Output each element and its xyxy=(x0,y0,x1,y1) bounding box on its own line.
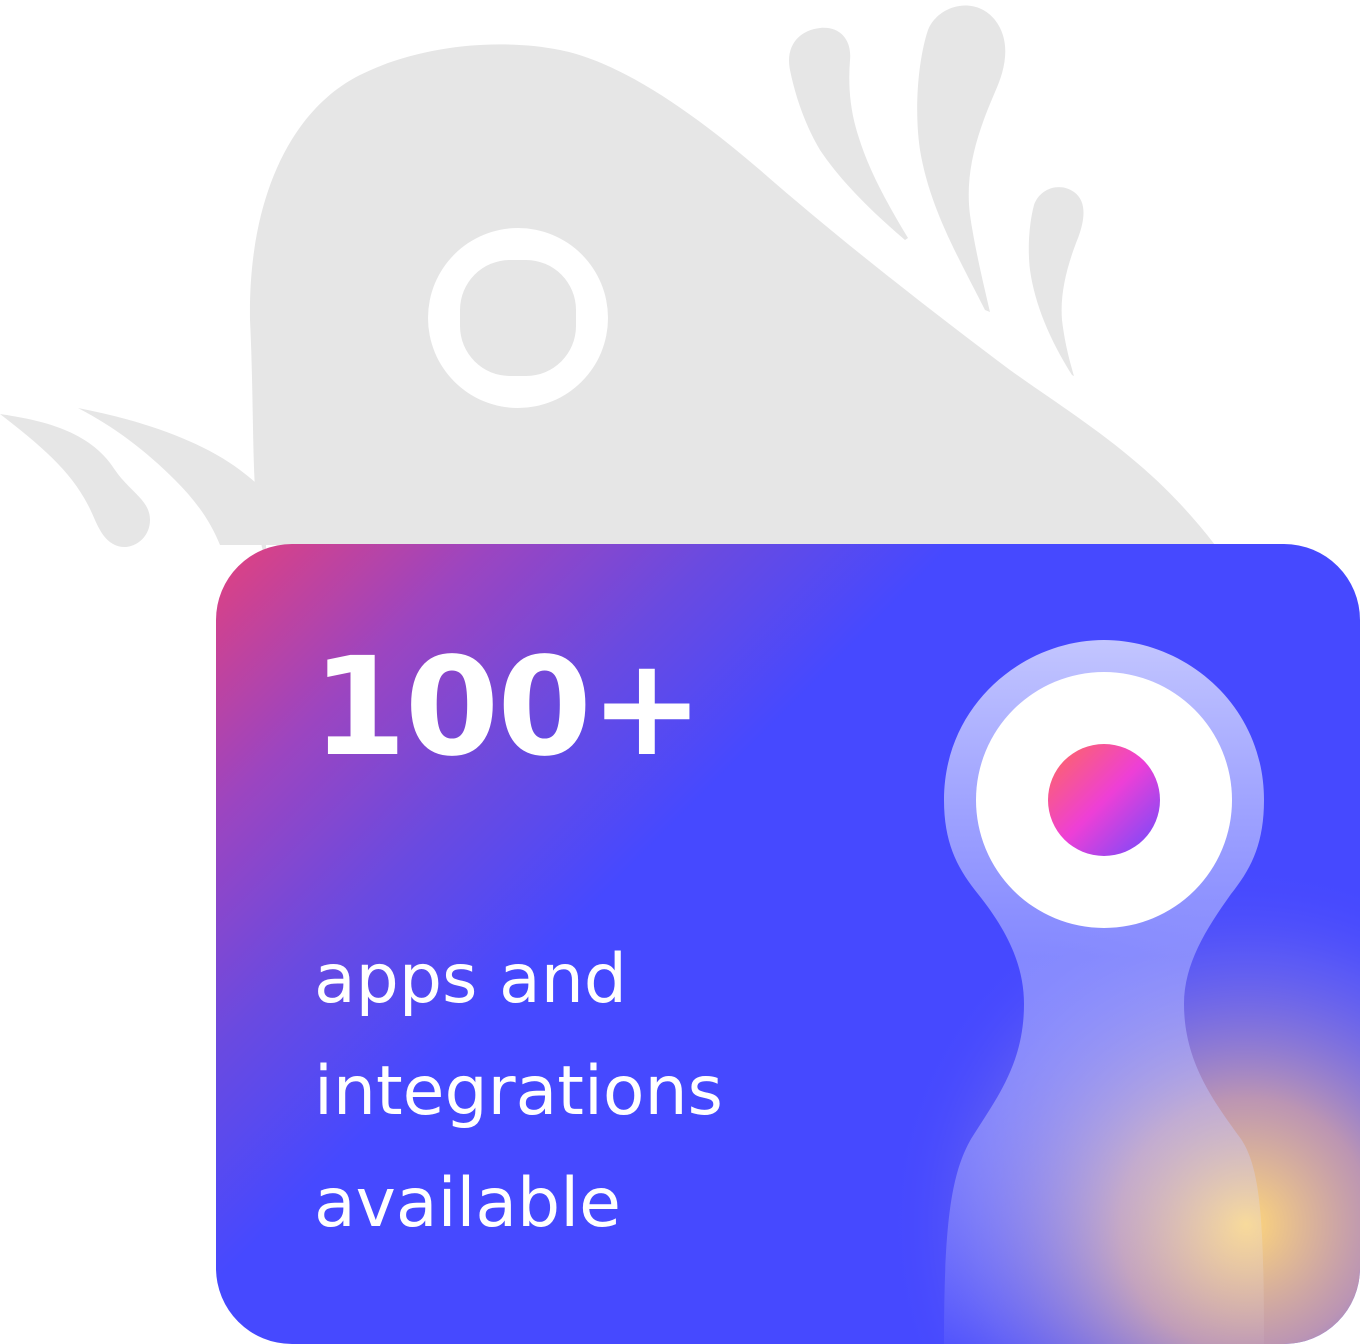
eye-pupil xyxy=(1048,744,1160,856)
stat-card: 100+ apps and integrations available xyxy=(216,544,1360,1344)
stat-number: 100+ xyxy=(312,629,704,787)
stat-caption: apps and integrations available xyxy=(314,940,723,1243)
creature-body xyxy=(249,44,1215,561)
silhouette-eye-icon xyxy=(428,228,608,408)
